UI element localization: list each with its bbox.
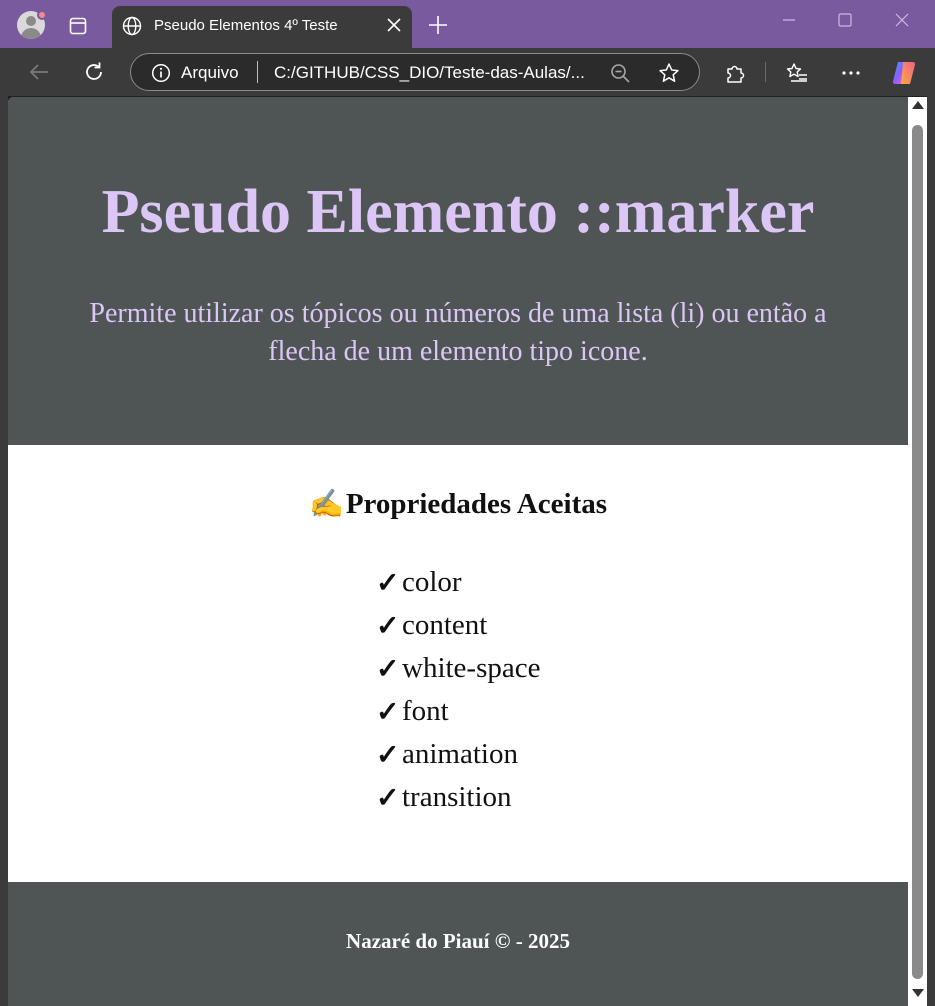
list-item-label: font xyxy=(402,695,449,727)
checkmark-icon: ✓ xyxy=(376,739,400,771)
profile-notification-badge xyxy=(37,10,47,20)
section-heading-text: Propriedades Aceitas xyxy=(345,488,608,520)
address-bar[interactable]: Arquivo C:/GITHUB/CSS_DIO/Teste-das-Aula… xyxy=(130,53,700,91)
extensions-puzzle-icon[interactable] xyxy=(724,62,746,84)
checkmark-icon: ✓ xyxy=(376,696,400,728)
tab-title: Pseudo Elementos 4º Teste xyxy=(154,17,338,34)
favorite-star-icon[interactable] xyxy=(658,62,680,84)
properties-section: ✍️Propriedades Aceitas ✓ color ✓ content ✓… xyxy=(8,445,908,882)
back-arrow-icon[interactable] xyxy=(28,61,50,83)
close-tab-icon[interactable] xyxy=(386,17,402,33)
list-item-label: animation xyxy=(402,738,518,770)
favorites-list-icon[interactable] xyxy=(786,62,808,84)
window-frame-right xyxy=(927,96,935,1006)
zoom-out-icon[interactable] xyxy=(609,62,631,84)
maximize-window-icon[interactable] xyxy=(837,12,853,28)
section-heading: ✍️Propriedades Aceitas xyxy=(8,487,908,521)
list-item: ✓ transition xyxy=(376,776,541,819)
copilot-icon[interactable] xyxy=(891,59,919,87)
scroll-up-arrow-icon[interactable] xyxy=(912,101,924,109)
page-viewport: Pseudo Elemento ::marker Permite utiliza… xyxy=(8,97,908,1006)
window-frame-left xyxy=(0,96,8,1006)
page-description: Permite utilizar os tópicos ou números d… xyxy=(89,298,827,367)
vertical-scrollbar[interactable] xyxy=(908,97,927,1006)
list-item: ✓ white-space xyxy=(376,647,541,690)
info-icon[interactable] xyxy=(151,63,171,83)
browser-title-bar: Pseudo Elementos 4º Teste xyxy=(0,0,935,48)
footer-text: Nazaré do Piauí © - 2025 xyxy=(346,929,570,953)
list-item: ✓ animation xyxy=(376,733,541,776)
writing-hand-icon: ✍️ xyxy=(308,489,344,520)
browser-toolbar: Arquivo C:/GITHUB/CSS_DIO/Teste-das-Aula… xyxy=(0,48,935,96)
checkmark-icon: ✓ xyxy=(376,782,400,814)
browser-tab-active[interactable]: Pseudo Elementos 4º Teste xyxy=(112,6,412,48)
list-item-label: white-space xyxy=(402,652,541,684)
properties-list: ✓ color ✓ content ✓ white-space ✓ font ✓ anim… xyxy=(376,561,541,819)
scroll-down-arrow-icon[interactable] xyxy=(912,989,924,997)
close-window-icon[interactable] xyxy=(894,12,910,28)
list-item-label: color xyxy=(402,566,462,598)
checkmark-icon: ✓ xyxy=(376,653,400,685)
refresh-icon[interactable] xyxy=(83,61,105,83)
address-scheme-label: Arquivo xyxy=(181,63,239,82)
tab-actions-icon[interactable] xyxy=(69,17,87,35)
list-item-label: transition xyxy=(402,781,512,813)
address-url[interactable]: C:/GITHUB/CSS_DIO/Teste-das-Aulas/... xyxy=(274,63,585,83)
globe-icon xyxy=(122,16,142,36)
address-separator xyxy=(257,61,258,83)
list-item: ✓ content xyxy=(376,604,541,647)
list-item: ✓ font xyxy=(376,690,541,733)
minimize-window-icon[interactable] xyxy=(781,12,797,28)
page-title: Pseudo Elemento ::marker xyxy=(101,178,815,246)
more-options-icon[interactable] xyxy=(840,62,862,84)
scrollbar-thumb[interactable] xyxy=(912,125,923,979)
list-item-label: content xyxy=(402,609,488,641)
new-tab-icon[interactable] xyxy=(428,15,448,35)
toolbar-divider xyxy=(765,62,766,82)
list-item: ✓ color xyxy=(376,561,541,604)
page-header: Pseudo Elemento ::marker Permite utiliza… xyxy=(8,97,908,445)
page-footer: Nazaré do Piauí © - 2025 xyxy=(8,882,908,1006)
checkmark-icon: ✓ xyxy=(376,567,400,599)
checkmark-icon: ✓ xyxy=(376,610,400,642)
